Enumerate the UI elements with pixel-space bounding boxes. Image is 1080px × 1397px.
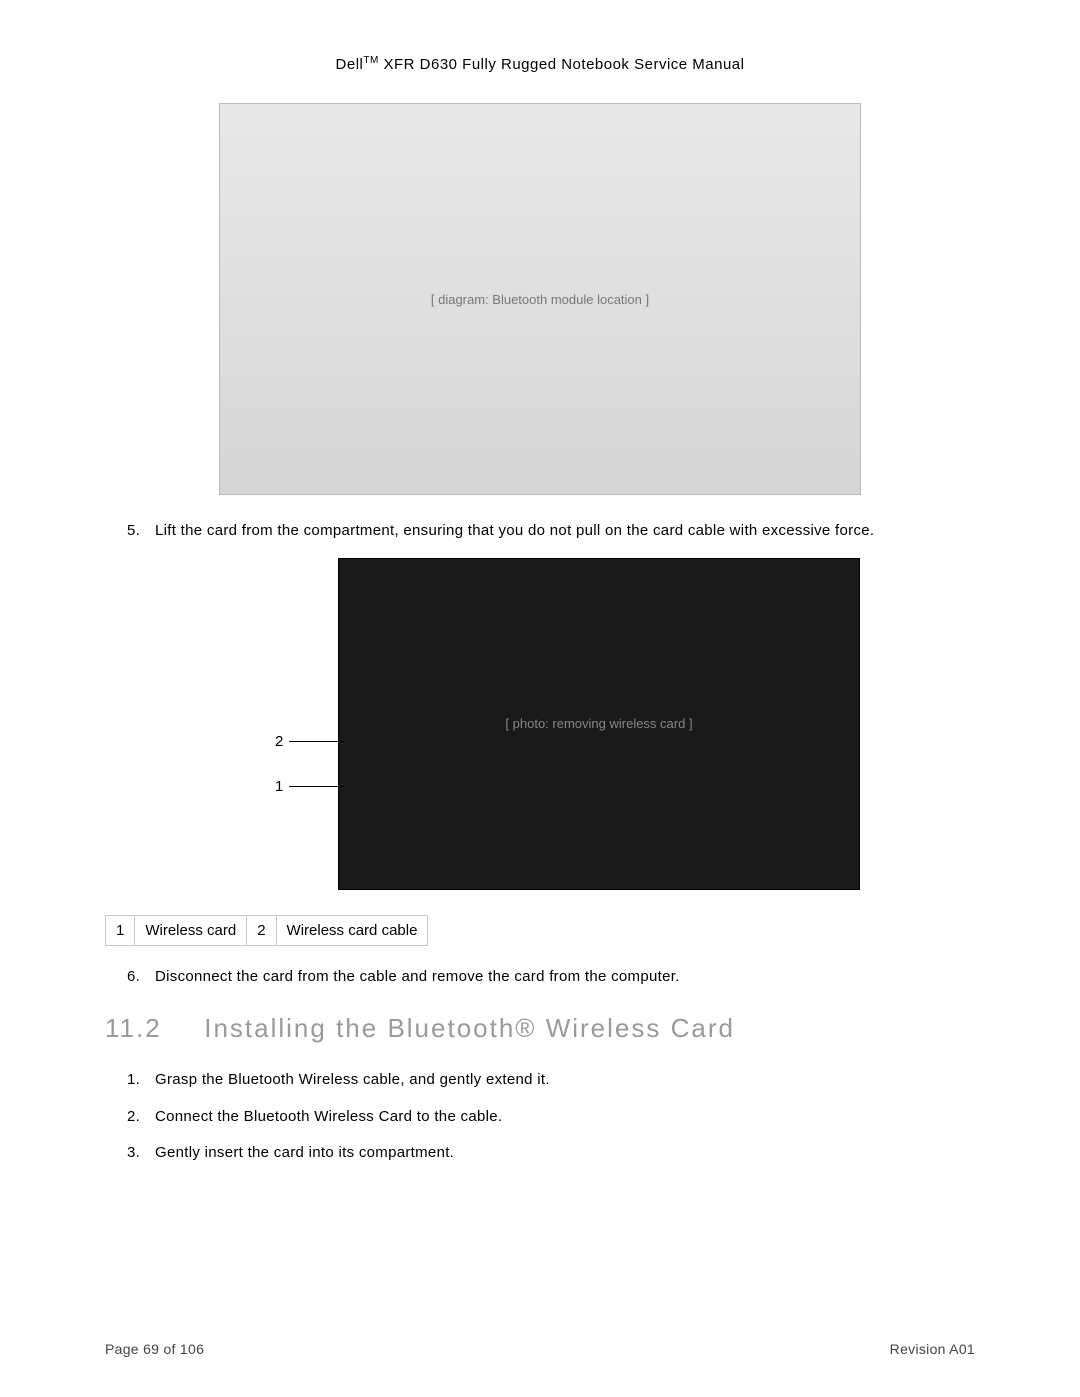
callout-2: 2 [275, 733, 283, 750]
install-step-1: 1. Grasp the Bluetooth Wireless cable, a… [155, 1069, 975, 1092]
legend-1-num: 1 [106, 915, 135, 945]
install-step-2-text: Connect the Bluetooth Wireless Card to t… [155, 1108, 502, 1125]
step-5-text: Lift the card from the compartment, ensu… [155, 522, 874, 539]
step-6-text: Disconnect the card from the cable and r… [155, 968, 680, 985]
install-step-3: 3. Gently insert the card into its compa… [155, 1142, 975, 1165]
install-step-3-text: Gently insert the card into its compartm… [155, 1144, 454, 1161]
step-5: 5. Lift the card from the compartment, e… [155, 520, 975, 543]
figure-1-placeholder: [ diagram: Bluetooth module location ] [431, 292, 649, 307]
install-steps: 1. Grasp the Bluetooth Wireless cable, a… [105, 1069, 975, 1165]
callout-1: 1 [275, 778, 283, 795]
legend-table: 1 Wireless card 2 Wireless card cable [105, 915, 428, 946]
install-step-2: 2. Connect the Bluetooth Wireless Card t… [155, 1106, 975, 1129]
section-number: 11.2 [105, 1013, 195, 1044]
install-step-1-number: 1. [127, 1069, 140, 1092]
step-6: 6. Disconnect the card from the cable an… [155, 966, 975, 989]
footer-page: Page 69 of 106 [105, 1341, 204, 1357]
install-step-1-text: Grasp the Bluetooth Wireless cable, and … [155, 1071, 550, 1088]
trademark: TM [363, 55, 378, 66]
step-6-number: 6. [127, 966, 140, 989]
figure-2: 2 1 [ photo: removing wireless card ] [105, 558, 975, 890]
callout-2-label: 2 [275, 733, 283, 750]
removal-steps-end: 6. Disconnect the card from the cable an… [105, 966, 975, 989]
legend-1-text: Wireless card [135, 915, 247, 945]
legend-2-num: 2 [247, 915, 276, 945]
install-step-2-number: 2. [127, 1106, 140, 1129]
callout-1-line [289, 786, 344, 787]
step-5-number: 5. [127, 520, 140, 543]
page-footer: Page 69 of 106 Revision A01 [105, 1341, 975, 1357]
install-step-3-number: 3. [127, 1142, 140, 1165]
callout-1-label: 1 [275, 778, 283, 795]
header-brand: Dell [336, 56, 364, 73]
legend-2-text: Wireless card cable [276, 915, 428, 945]
figure-2-wrap: 2 1 [ photo: removing wireless card ] [220, 558, 860, 890]
removal-steps-continued: 5. Lift the card from the compartment, e… [105, 520, 975, 543]
section-title: Installing the Bluetooth® Wireless Card [204, 1013, 735, 1043]
figure-2-image: [ photo: removing wireless card ] [338, 558, 860, 890]
header-rest: XFR D630 Fully Rugged Notebook Service M… [379, 56, 745, 73]
footer-revision: Revision A01 [890, 1341, 975, 1357]
page-header: DellTM XFR D630 Fully Rugged Notebook Se… [105, 55, 975, 73]
figure-2-placeholder: [ photo: removing wireless card ] [505, 716, 692, 731]
figure-1-image: [ diagram: Bluetooth module location ] [219, 103, 861, 495]
figure-1: [ diagram: Bluetooth module location ] [105, 103, 975, 495]
section-heading: 11.2 Installing the Bluetooth® Wireless … [105, 1013, 975, 1044]
callout-2-line [289, 741, 344, 742]
table-row: 1 Wireless card 2 Wireless card cable [106, 915, 428, 945]
page: DellTM XFR D630 Fully Rugged Notebook Se… [0, 0, 1080, 1397]
